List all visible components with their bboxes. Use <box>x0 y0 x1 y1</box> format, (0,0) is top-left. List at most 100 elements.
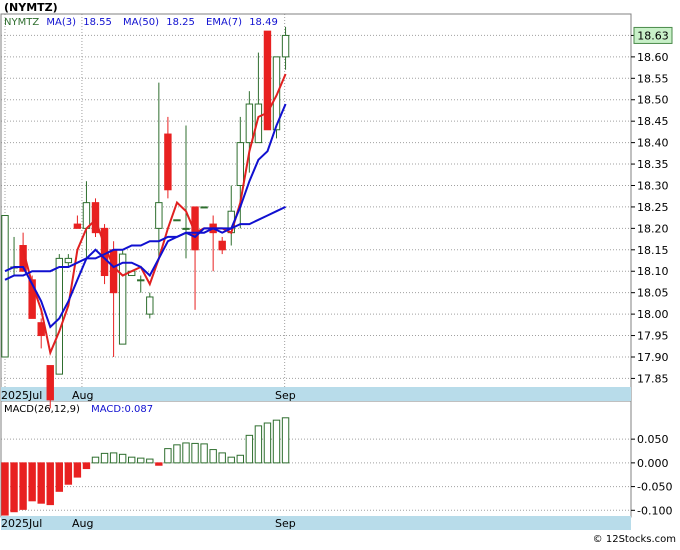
macd-bar <box>28 462 36 502</box>
macd-bar <box>209 449 217 464</box>
macd-x-tick-label: Sep <box>275 517 296 530</box>
macd-bar <box>91 456 100 464</box>
macd-bar <box>218 452 226 464</box>
macd-bar <box>263 422 272 464</box>
chart-canvas: 18.6518.6018.5518.5018.4518.4018.3518.30… <box>0 0 680 546</box>
price-y-tick-label: 18.00 <box>637 308 669 321</box>
ema7-label: EMA(7) <box>206 17 242 28</box>
ma3-value: 18.55 <box>83 17 112 28</box>
macd-bar <box>19 462 27 510</box>
candle-body <box>182 227 190 230</box>
ticker-label: NYMTZ <box>4 17 39 28</box>
macd-y-tick-label: -0.050 <box>637 481 672 494</box>
macd-label: MACD(26,12,9) <box>4 404 80 415</box>
macd-bar <box>55 462 63 492</box>
price-y-tick-label: 17.85 <box>637 372 669 385</box>
price-candle <box>263 30 272 131</box>
ma50-value: 18.25 <box>166 17 195 28</box>
candle-body <box>73 223 82 229</box>
ma50-label: MA(50) <box>123 17 159 28</box>
macd-legend: MACD(26,12,9) MACD:0.087 <box>4 404 153 415</box>
macd-bar <box>227 456 235 464</box>
macd-bar <box>118 453 127 464</box>
macd-bar <box>236 454 245 464</box>
price-y-tick-label: 17.90 <box>637 351 669 364</box>
macd-bar <box>191 442 199 464</box>
price-candle <box>91 198 100 237</box>
candle-body <box>164 133 172 191</box>
macd-y-tick-label: 0.050 <box>637 433 669 446</box>
last-price-badge: 18.63 <box>633 26 673 44</box>
macd-x-axis-band <box>1 516 631 530</box>
price-x-tick-label: Sep <box>275 389 296 402</box>
ma3-label: MA(3) <box>46 17 76 28</box>
macd-bar <box>10 462 18 513</box>
price-candle <box>146 292 154 319</box>
price-y-tick-label: 18.10 <box>637 265 669 278</box>
macd-bar <box>245 434 254 464</box>
macd-bar <box>272 419 281 464</box>
price-y-tick-label: 18.45 <box>637 115 669 128</box>
macd-value: MACD:0.087 <box>91 404 153 415</box>
price-y-tick-label: 18.15 <box>637 244 669 257</box>
candle-body <box>46 365 54 401</box>
candle-body <box>281 34 290 58</box>
price-candle <box>200 206 208 209</box>
price-y-tick-label: 18.55 <box>637 72 669 85</box>
macd-bar <box>73 462 82 478</box>
chart-title: (NYMTZ) <box>4 1 58 14</box>
candle-body <box>137 279 145 282</box>
price-y-tick-label: 18.40 <box>637 137 669 150</box>
macd-bar <box>37 462 45 504</box>
macd-bar <box>173 444 181 464</box>
watermark: © 12Stocks.com <box>593 534 676 545</box>
macd-bar <box>46 462 54 506</box>
price-y-tick-label: 18.30 <box>637 179 669 192</box>
macd-bar <box>82 462 91 470</box>
price-y-tick-label: 18.50 <box>637 94 669 107</box>
price-x-tick-label: 2025Jul <box>1 389 42 402</box>
macd-y-tick-label: -0.100 <box>637 504 672 517</box>
macd-bar <box>100 452 109 464</box>
candle-body <box>64 257 73 264</box>
candle-body <box>218 240 226 251</box>
macd-bar <box>200 443 208 464</box>
macd-x-tick-label: Aug <box>72 517 93 530</box>
candle-body <box>173 219 181 222</box>
price-y-tick-label: 18.20 <box>637 222 669 235</box>
macd-bar <box>182 442 190 464</box>
candle-body <box>82 202 91 229</box>
macd-bar <box>128 456 136 464</box>
price-y-tick-label: 18.60 <box>637 51 669 64</box>
price-x-axis-band <box>1 387 631 401</box>
macd-bar <box>109 452 118 464</box>
macd-bar <box>64 462 73 485</box>
macd-bar <box>1 462 9 516</box>
price-candle <box>1 215 9 358</box>
candle-body <box>155 202 163 229</box>
candle-body <box>200 206 208 209</box>
macd-y-tick-label: 0.000 <box>637 457 669 470</box>
candle-body <box>263 30 272 131</box>
candle-body <box>236 142 245 186</box>
price-y-tick-label: 18.05 <box>637 287 669 300</box>
stock-chart: 18.6518.6018.5518.5018.4518.4018.3518.30… <box>0 0 680 546</box>
macd-bar <box>281 417 290 464</box>
candle-body <box>146 296 154 315</box>
candle-body <box>118 253 127 345</box>
macd-bar <box>155 462 163 466</box>
macd-x-tick-label: 2025Jul <box>1 517 42 530</box>
candle-body <box>1 215 9 358</box>
last-price-value: 18.63 <box>637 29 669 42</box>
price-y-tick-label: 18.25 <box>637 201 669 214</box>
price-y-tick-label: 18.35 <box>637 158 669 171</box>
candle-body <box>109 249 118 294</box>
macd-bar <box>137 457 145 464</box>
macd-bar <box>254 425 263 464</box>
price-x-tick-label: Aug <box>72 389 93 402</box>
ema7-value: 18.49 <box>249 17 278 28</box>
macd-bar <box>164 448 172 464</box>
price-candle <box>173 219 181 222</box>
macd-bar <box>146 458 154 464</box>
price-y-tick-label: 17.95 <box>637 330 669 343</box>
